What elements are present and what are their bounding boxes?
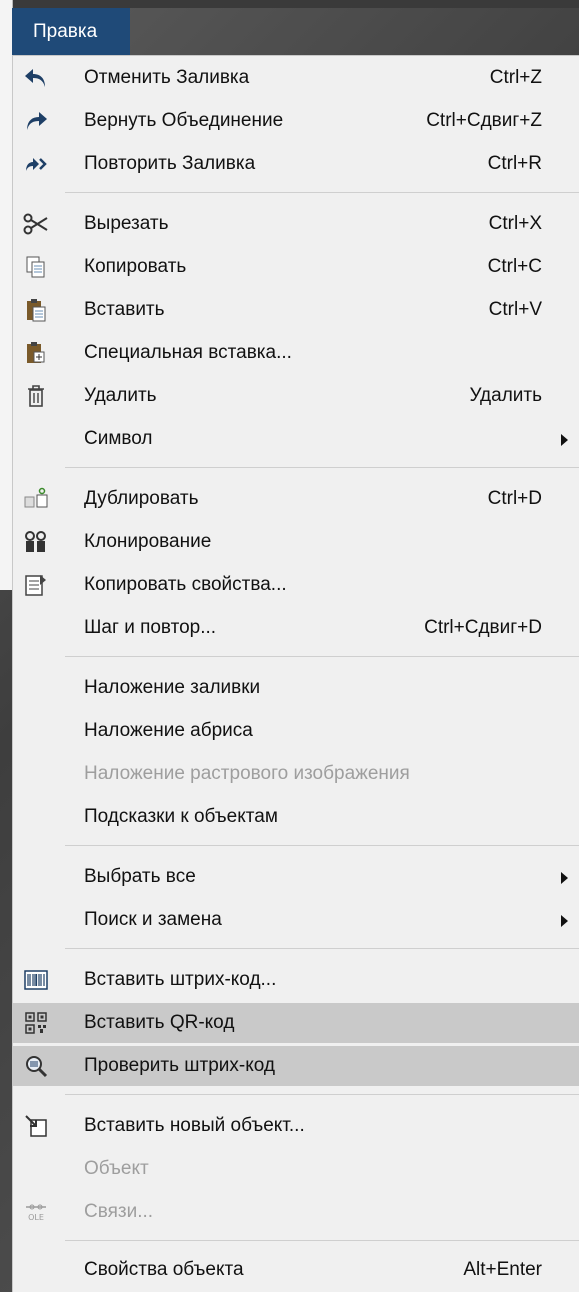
menu-item-cut[interactable]: Вырезать Ctrl+X bbox=[13, 204, 579, 244]
menu-item-insert-barcode[interactable]: Вставить штрих-код... bbox=[13, 960, 579, 1000]
menu-item-repeat[interactable]: Повторить Заливка Ctrl+R bbox=[13, 144, 579, 184]
separator bbox=[65, 192, 579, 193]
duplicate-icon bbox=[21, 485, 51, 513]
menu-item-links: OLE Связи... bbox=[13, 1192, 579, 1232]
background-strip bbox=[0, 0, 579, 8]
magnifier-barcode-icon bbox=[21, 1052, 51, 1080]
qr-code-icon bbox=[21, 1009, 51, 1037]
paste-icon bbox=[21, 296, 51, 324]
separator bbox=[65, 467, 579, 468]
menu-item-outline-overprint[interactable]: Наложение абриса bbox=[13, 711, 579, 751]
separator bbox=[65, 845, 579, 846]
copy-properties-icon bbox=[21, 571, 51, 599]
submenu-arrow-icon bbox=[561, 915, 568, 927]
barcode-icon bbox=[21, 966, 51, 994]
menu-item-step-and-repeat[interactable]: Шаг и повтор... Ctrl+Сдвиг+D bbox=[13, 608, 579, 648]
separator bbox=[65, 948, 579, 949]
separator bbox=[65, 1094, 579, 1095]
menu-item-insert-qr-code[interactable]: Вставить QR-код bbox=[13, 1003, 579, 1043]
trash-icon bbox=[21, 382, 51, 410]
paste-special-icon bbox=[21, 339, 51, 367]
undo-icon bbox=[21, 64, 51, 92]
menu-item-symbol[interactable]: Символ bbox=[13, 419, 579, 459]
menu-item-insert-new-object[interactable]: Вставить новый объект... bbox=[13, 1106, 579, 1146]
menu-item-copy[interactable]: Копировать Ctrl+C bbox=[13, 247, 579, 287]
separator bbox=[65, 1240, 579, 1241]
ole-links-icon: OLE bbox=[21, 1198, 51, 1226]
insert-object-icon bbox=[21, 1112, 51, 1140]
clone-icon bbox=[21, 528, 51, 556]
redo-icon bbox=[21, 107, 51, 135]
copy-icon bbox=[21, 253, 51, 281]
menu-item-delete[interactable]: Удалить Удалить bbox=[13, 376, 579, 416]
menu-item-object-hints[interactable]: Подсказки к объектам bbox=[13, 797, 579, 837]
menu-item-fill-overprint[interactable]: Наложение заливки bbox=[13, 668, 579, 708]
menu-item-bitmap-overprint: Наложение растрового изображения bbox=[84, 763, 410, 784]
repeat-icon bbox=[21, 150, 51, 178]
menu-edit-title[interactable]: Правка bbox=[12, 8, 130, 55]
menu-item-find-replace[interactable]: Поиск и замена bbox=[13, 900, 579, 940]
svg-text:OLE: OLE bbox=[28, 1213, 44, 1222]
submenu-arrow-icon bbox=[561, 872, 568, 884]
menu-item-duplicate[interactable]: Дублировать Ctrl+D bbox=[13, 479, 579, 519]
menu-item-redo[interactable]: Вернуть Объединение Ctrl+Сдвиг+Z bbox=[13, 101, 579, 141]
menu-item-clone[interactable]: Клонирование bbox=[13, 522, 579, 562]
menu-item-object-properties[interactable]: Свойства объекта Alt+Enter bbox=[13, 1250, 579, 1290]
separator bbox=[65, 656, 579, 657]
submenu-arrow-icon bbox=[561, 434, 568, 446]
menu-item-copy-properties[interactable]: Копировать свойства... bbox=[13, 565, 579, 605]
menu-item-select-all[interactable]: Выбрать все bbox=[13, 857, 579, 897]
menu-item-object: Объект bbox=[84, 1158, 149, 1179]
cut-icon bbox=[21, 210, 51, 238]
menu-item-undo[interactable]: Отменить Заливка Ctrl+Z bbox=[13, 58, 579, 98]
menu-item-check-barcode[interactable]: Проверить штрих-код bbox=[13, 1046, 579, 1086]
menu-item-paste-special[interactable]: Специальная вставка... bbox=[13, 333, 579, 373]
edit-dropdown-menu: Отменить Заливка Ctrl+Z Вернуть Объедине… bbox=[12, 55, 579, 1292]
menu-item-paste[interactable]: Вставить Ctrl+V bbox=[13, 290, 579, 330]
